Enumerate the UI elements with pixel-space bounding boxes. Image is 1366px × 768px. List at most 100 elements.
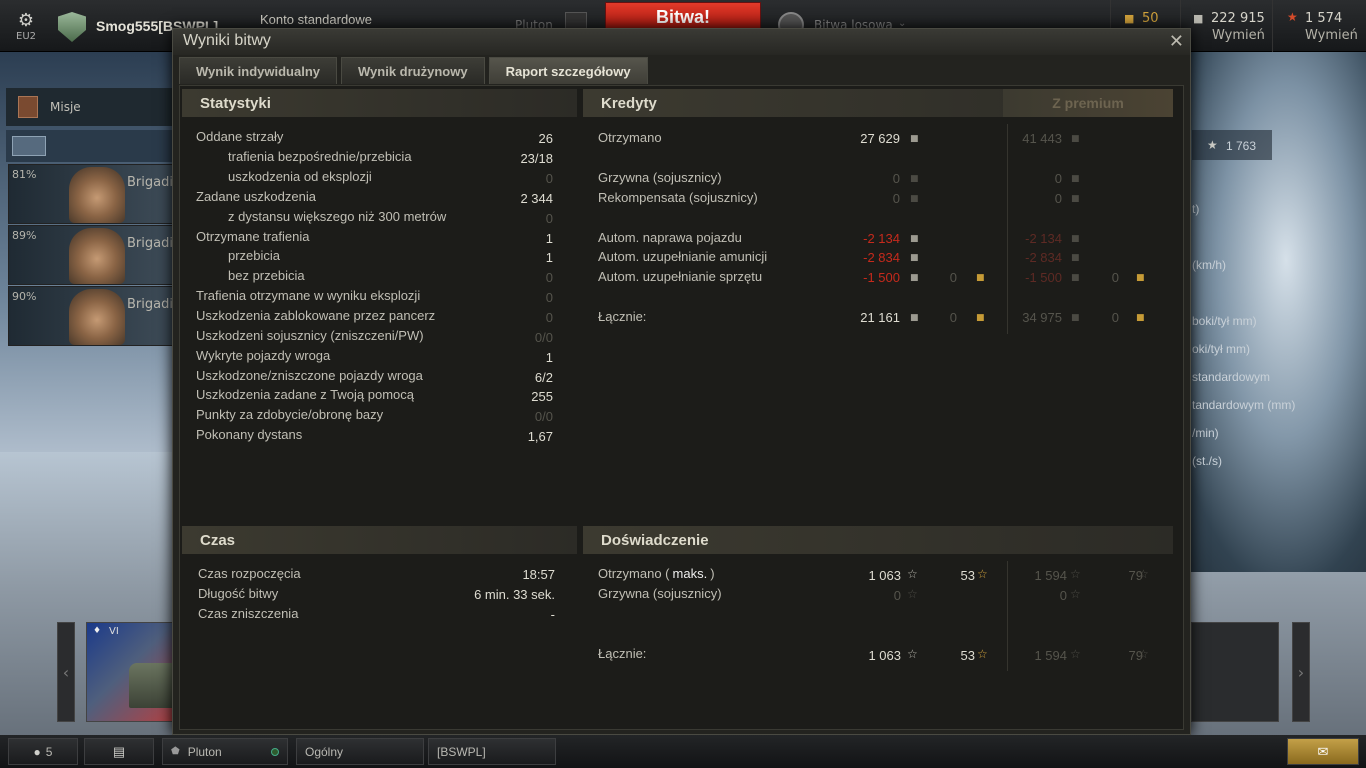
online-players-button[interactable]: ● 5 bbox=[8, 738, 78, 765]
channel-clan[interactable]: [BSWPL] bbox=[428, 738, 556, 765]
param-label: tandardowym (mm) bbox=[1192, 398, 1296, 412]
star-icon: ☆ bbox=[1070, 587, 1081, 601]
notifications-button[interactable]: ✉ bbox=[1287, 738, 1359, 765]
credits-icon: ■ bbox=[1071, 234, 1080, 244]
premium-xp-value: 1 594 bbox=[1034, 648, 1067, 663]
tank-card[interactable]: VI ♦ bbox=[86, 622, 181, 722]
stat-label: Zadane uszkodzenia bbox=[196, 189, 316, 204]
online-count: 5 bbox=[45, 744, 53, 759]
tab-team[interactable]: Wynik drużynowy bbox=[341, 57, 485, 84]
tab-individual[interactable]: Wynik indywidualny bbox=[179, 57, 338, 84]
channel-label: Pluton bbox=[187, 744, 222, 759]
chat-button[interactable]: ▤ bbox=[84, 738, 154, 765]
channel-platoon[interactable]: ⬟ Pluton bbox=[162, 738, 288, 765]
clan-emblem-icon[interactable] bbox=[58, 12, 86, 42]
time-label: Długość bitwy bbox=[198, 586, 279, 601]
tank-tier: VI bbox=[109, 626, 119, 637]
close-icon[interactable]: ✕ bbox=[1169, 31, 1184, 52]
stat-value: 0/0 bbox=[534, 409, 553, 424]
credits-icon: ■ bbox=[1193, 12, 1204, 25]
stat-value: 0 bbox=[545, 310, 553, 325]
crew-icon bbox=[12, 136, 46, 156]
free-xp-value: 53 bbox=[960, 568, 975, 583]
stat-value: 1 bbox=[545, 250, 553, 265]
chat-icon: ▤ bbox=[112, 743, 126, 759]
stat-label: Trafienia otrzymane w wyniku eksplozji bbox=[196, 288, 421, 303]
stats-header: Statystyki bbox=[182, 89, 577, 117]
credits-icon: ■ bbox=[1071, 273, 1080, 283]
free-xp-star-icon: ☆ bbox=[977, 647, 988, 661]
gear-icon: ⚙ bbox=[17, 10, 35, 31]
free-xp-icon: ★ bbox=[1287, 10, 1298, 24]
credits-exchange-link[interactable]: Wymień bbox=[1212, 28, 1265, 43]
crew-header[interactable] bbox=[6, 130, 174, 162]
stat-label: Uszkodzeni sojusznicy (zniszczeni/PW) bbox=[196, 328, 424, 343]
credits-icon: ■ bbox=[1071, 134, 1080, 144]
crew-rank: Brigadier bbox=[127, 175, 175, 190]
credit-value: -1 500 bbox=[863, 270, 900, 285]
credit-value: -2 134 bbox=[863, 231, 900, 246]
bottom-bar: ● 5 ▤ ⬟ Pluton Ogólny [BSWPL] ✉ bbox=[0, 735, 1366, 768]
person-icon: ● bbox=[33, 744, 41, 759]
gold-value: 0 bbox=[949, 270, 957, 285]
missions-button[interactable]: Misje bbox=[6, 88, 174, 126]
stat-value: 1,67 bbox=[527, 429, 553, 444]
xp-label: Łącznie: bbox=[598, 646, 646, 661]
stat-value: 0 bbox=[545, 270, 553, 285]
tank-carousel-right-empty bbox=[1191, 622, 1279, 722]
xp-value: 1 063 bbox=[868, 568, 901, 583]
credit-label: Grzywna (sojusznicy) bbox=[598, 170, 722, 185]
credits-icon: ■ bbox=[910, 174, 919, 184]
crew-skill-pct: 90% bbox=[12, 290, 37, 303]
premium-gold-value: 0 bbox=[1111, 270, 1119, 285]
premium-divider bbox=[1007, 561, 1008, 671]
crew-member-2[interactable]: 89% Brigadier bbox=[8, 225, 175, 285]
stat-value: 2 344 bbox=[520, 191, 553, 206]
stat-value: 255 bbox=[531, 389, 553, 404]
premium-xp-value: 1 594 bbox=[1034, 568, 1067, 583]
xp-label-max: maks. bbox=[672, 566, 708, 581]
credits-icon: ■ bbox=[910, 313, 919, 323]
crew-member-1[interactable]: 81% Brigadier bbox=[8, 164, 175, 224]
stat-label: Uszkodzenia zablokowane przez pancerz bbox=[196, 308, 436, 323]
credits-icon: ■ bbox=[1071, 194, 1080, 204]
missions-icon bbox=[18, 96, 38, 118]
premium-credit-value: -2 134 bbox=[1025, 231, 1062, 246]
time-value: 18:57 bbox=[522, 567, 555, 582]
credit-label: Autom. uzupełnianie sprzętu bbox=[598, 269, 763, 284]
account-type[interactable]: Konto standardowe bbox=[260, 12, 372, 27]
xp-label-close: ) bbox=[710, 566, 715, 581]
premium-divider bbox=[1007, 124, 1008, 334]
crew-portrait bbox=[69, 289, 125, 345]
credits-icon: ■ bbox=[910, 253, 919, 263]
window-titlebar[interactable]: Wyniki bitwy ✕ bbox=[173, 29, 1190, 55]
carousel-left-arrow[interactable]: ‹ bbox=[57, 622, 75, 722]
premium-credit-value: 41 443 bbox=[1022, 131, 1062, 146]
crew-member-3[interactable]: 90% Brigadier bbox=[8, 286, 175, 346]
free-xp-exchange-link[interactable]: Wymień bbox=[1305, 28, 1358, 43]
crew-portrait bbox=[69, 167, 125, 223]
credits-icon: ■ bbox=[910, 234, 919, 244]
param-label: (km/h) bbox=[1192, 258, 1226, 272]
tab-detailed-report[interactable]: Raport szczegółowy bbox=[488, 57, 648, 84]
param-label: /min) bbox=[1192, 426, 1219, 440]
stat-value: 0 bbox=[545, 211, 553, 226]
crew-portrait bbox=[69, 228, 125, 284]
param-label: oki/tył mm) bbox=[1192, 342, 1250, 356]
gold-amount: 50 bbox=[1142, 11, 1159, 26]
stat-label: Pokonany dystans bbox=[196, 427, 303, 442]
carousel-right-arrow[interactable]: › bbox=[1292, 622, 1310, 722]
xp-value: 0 bbox=[893, 588, 901, 603]
window-title: Wyniki bitwy bbox=[183, 32, 271, 49]
battle-results-window: Wyniki bitwy ✕ Wynik indywidualny Wynik … bbox=[172, 28, 1191, 735]
stat-label: Uszkodzone/zniszczone pojazdy wroga bbox=[196, 368, 423, 383]
star-icon: ☆ bbox=[907, 567, 918, 581]
stat-label: Oddane strzały bbox=[196, 129, 284, 144]
xp-label: Otrzymano (maks.) bbox=[598, 566, 715, 581]
credits-icon: ■ bbox=[1071, 253, 1080, 263]
settings-button[interactable]: ⚙ EU2 bbox=[8, 0, 44, 52]
credit-label: Otrzymano bbox=[598, 130, 662, 145]
channel-general[interactable]: Ogólny bbox=[296, 738, 424, 765]
credit-value: 0 bbox=[892, 191, 900, 206]
credit-label: Autom. uzupełnianie amunicji bbox=[598, 249, 768, 264]
